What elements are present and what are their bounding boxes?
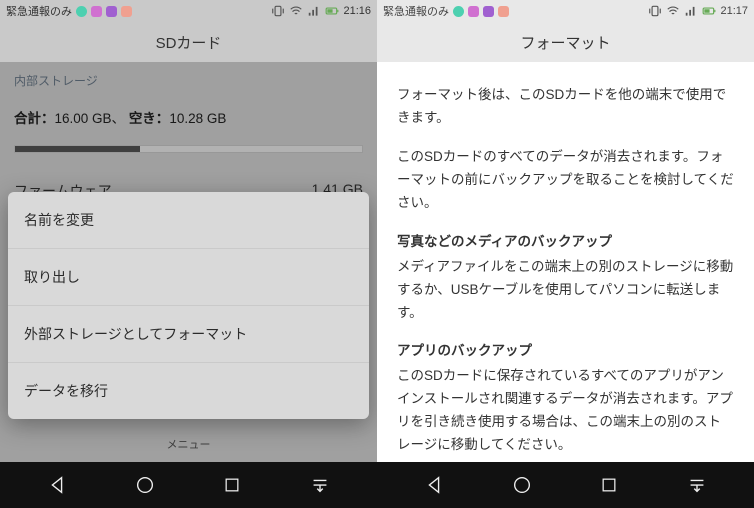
vibrate-icon xyxy=(271,4,285,18)
recent-button[interactable] xyxy=(202,470,262,500)
status-bar: 緊急通報のみ 21:17 xyxy=(377,0,754,22)
page-title: フォーマット xyxy=(377,22,754,62)
home-button[interactable] xyxy=(115,470,175,500)
signal-icon xyxy=(307,4,321,18)
status-dot-icon xyxy=(483,6,494,17)
vibrate-icon xyxy=(648,4,662,18)
status-dot-icon xyxy=(453,6,464,17)
menu-item-rename[interactable]: 名前を変更 xyxy=(8,192,369,249)
page-title: SDカード xyxy=(0,22,377,62)
battery-icon xyxy=(325,4,339,18)
content-area[interactable]: フォーマット後は、このSDカードを他の端末で使用できます。 このSDカードのすべ… xyxy=(377,62,754,462)
nav-bar xyxy=(377,462,754,508)
content-area: 内部ストレージ 合計：16.00 GB、 空き：10.28 GB ファームウェア… xyxy=(0,62,377,462)
wifi-icon xyxy=(289,4,303,18)
context-menu: 名前を変更 取り出し 外部ストレージとしてフォーマット データを移行 xyxy=(8,192,369,419)
signal-icon xyxy=(684,4,698,18)
status-dot-icon xyxy=(91,6,102,17)
back-button[interactable] xyxy=(27,470,87,500)
carrier-label: 緊急通報のみ xyxy=(383,3,449,19)
menu-item-format-external[interactable]: 外部ストレージとしてフォーマット xyxy=(8,306,369,363)
format-warning-text: このSDカードのすべてのデータが消去されます。フォーマットの前にバックアップを取… xyxy=(397,146,734,215)
status-dot-icon xyxy=(468,6,479,17)
format-intro-text: フォーマット後は、このSDカードを他の端末で使用できます。 xyxy=(397,84,734,130)
app-backup-heading: アプリのバックアップ xyxy=(397,340,734,363)
carrier-label: 緊急通報のみ xyxy=(6,3,72,19)
media-backup-heading: 写真などのメディアのバックアップ xyxy=(397,231,734,254)
menu-item-eject[interactable]: 取り出し xyxy=(8,249,369,306)
status-dot-icon xyxy=(76,6,87,17)
drawer-button[interactable] xyxy=(290,470,350,500)
battery-icon xyxy=(702,4,716,18)
status-dot-icon xyxy=(106,6,117,17)
status-bar: 緊急通報のみ 21:16 xyxy=(0,0,377,22)
media-backup-text: メディアファイルをこの端末上の別のストレージに移動するか、USBケーブルを使用し… xyxy=(397,256,734,325)
screenshot-left: 緊急通報のみ 21:16 SDカード 内部ストレージ 合計：16.00 GB、 … xyxy=(0,0,377,508)
back-button[interactable] xyxy=(404,470,464,500)
status-dot-icon xyxy=(498,6,509,17)
clock-label: 21:17 xyxy=(720,5,748,17)
clock-label: 21:16 xyxy=(343,5,371,17)
status-dot-icon xyxy=(121,6,132,17)
recent-button[interactable] xyxy=(579,470,639,500)
app-backup-text: このSDカードに保存されているすべてのアプリがアンインストールされ関連するデータ… xyxy=(397,365,734,457)
menu-item-migrate[interactable]: データを移行 xyxy=(8,363,369,419)
nav-bar xyxy=(0,462,377,508)
home-button[interactable] xyxy=(492,470,552,500)
drawer-button[interactable] xyxy=(667,470,727,500)
screenshot-right: 緊急通報のみ 21:17 フォーマット フォーマット後は、このSDカードを他の端… xyxy=(377,0,754,508)
wifi-icon xyxy=(666,4,680,18)
